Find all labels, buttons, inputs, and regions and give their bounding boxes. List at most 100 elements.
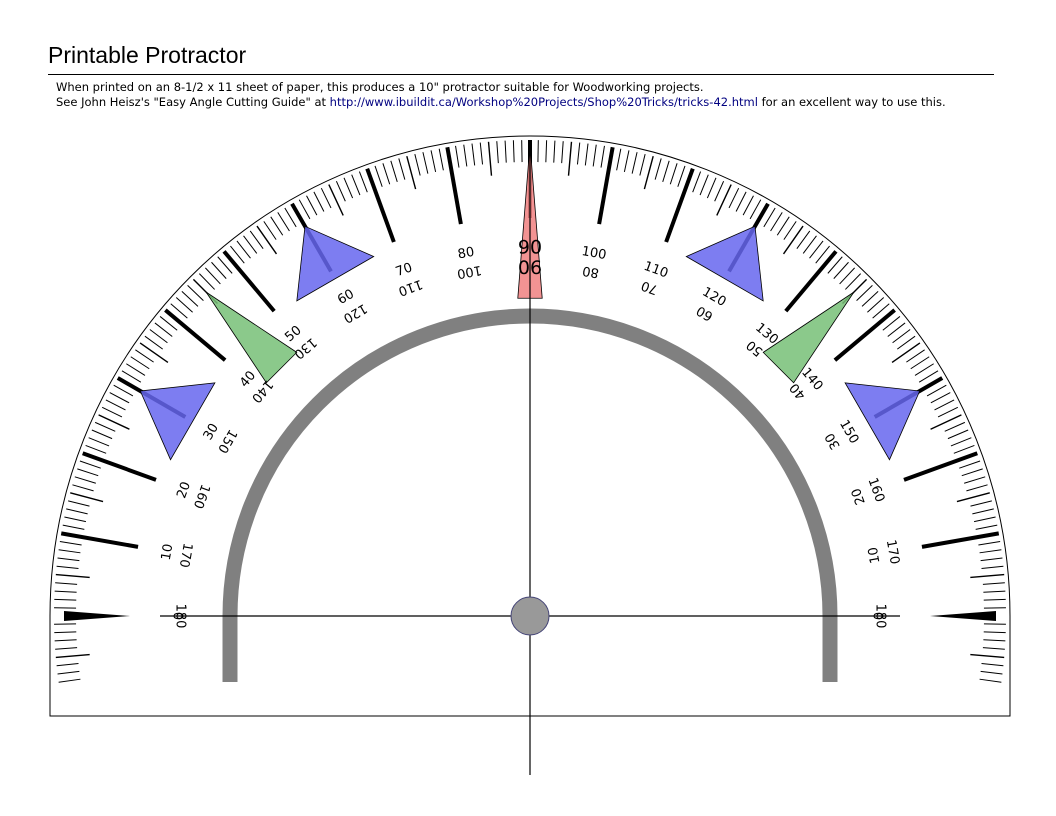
tick-57: [270, 216, 284, 236]
tick-174: [981, 565, 1004, 570]
tick-176: [982, 582, 1005, 585]
tick-83: [471, 143, 476, 166]
tick-115: [716, 184, 732, 216]
tick-55: [256, 225, 278, 255]
tick-5: [55, 573, 90, 579]
outer-label-20: 20: [174, 480, 194, 501]
tick-140: [833, 308, 896, 362]
tick-79: [438, 148, 444, 171]
tick-105: [643, 156, 654, 190]
tick-182: [983, 631, 1006, 634]
tick-171: [978, 541, 1001, 546]
tick-93: [553, 140, 556, 163]
tick-169: [975, 524, 998, 530]
tick-36: [144, 335, 164, 350]
tick-144: [896, 335, 916, 350]
tick-111: [692, 171, 702, 193]
tick-123: [776, 216, 790, 236]
tick-114: [714, 180, 725, 202]
tick--5: [55, 653, 90, 659]
tick-8: [58, 549, 81, 554]
tick-73: [390, 160, 398, 182]
tick-124: [783, 221, 797, 240]
tick-188: [979, 678, 1002, 683]
tick-113: [706, 177, 717, 199]
pointer-150: [844, 382, 921, 461]
tick-157: [947, 429, 969, 440]
tick-13: [66, 508, 88, 515]
tick-152: [930, 392, 951, 404]
tick-37: [149, 329, 168, 344]
tick-77: [422, 152, 429, 174]
tick-72: [382, 163, 391, 185]
tick-166: [970, 500, 992, 507]
tick-99: [600, 145, 605, 168]
tick-6: [56, 565, 79, 570]
tick-184: [982, 647, 1005, 650]
tick-112: [699, 174, 709, 196]
center-dot: [510, 596, 550, 636]
tick-56: [263, 221, 277, 240]
tick-156: [944, 421, 966, 432]
pointer-120: [685, 225, 764, 302]
tick-172: [979, 549, 1002, 554]
tick-62: [306, 195, 318, 216]
tick-80: [445, 146, 463, 225]
protractor: 018010 1702016030150401405013060120701108…: [49, 135, 1011, 775]
tick-69: [358, 171, 368, 193]
tick-12: [64, 516, 87, 523]
tick-10: [60, 531, 139, 549]
tick-32: [126, 363, 146, 376]
pointer-30: [139, 382, 216, 461]
pointer-60: [296, 225, 375, 302]
tick-67: [343, 177, 354, 199]
zero-arrow-right: [930, 611, 996, 621]
tick-128: [809, 240, 824, 259]
tick-173: [980, 557, 1003, 562]
tick-4: [55, 582, 78, 585]
tick-21: [85, 444, 107, 454]
tick-163: [964, 476, 986, 484]
tick-104: [639, 154, 646, 176]
tick-143: [892, 329, 911, 344]
tick-108: [669, 163, 678, 185]
tick-84: [479, 142, 484, 165]
tick-116: [728, 187, 740, 209]
tick-85: [487, 141, 493, 176]
outer-label-80: 80: [457, 245, 476, 263]
tick-160: [903, 451, 978, 482]
tick-24: [94, 421, 116, 432]
tick-22: [88, 437, 110, 447]
tick-109: [677, 165, 686, 187]
tick-164: [966, 484, 988, 492]
outer-label-70: 70: [394, 260, 415, 280]
tick-64: [320, 187, 332, 209]
tick-58: [277, 212, 290, 232]
tick-148: [914, 363, 934, 376]
tick-97: [584, 143, 589, 166]
tick-34: [135, 349, 154, 363]
tick-102: [623, 150, 630, 173]
tick-122: [770, 212, 783, 232]
tick-11: [62, 524, 85, 530]
tick-16: [72, 484, 94, 492]
tick-165: [956, 492, 990, 503]
tick-155: [930, 414, 962, 430]
tick-82: [463, 144, 468, 167]
tick-88: [512, 140, 515, 163]
tick-92: [545, 140, 548, 163]
tick-183: [983, 639, 1006, 642]
tick-87: [504, 140, 507, 163]
tick-74: [398, 158, 406, 180]
pointer-45: [205, 291, 298, 384]
tick-178: [983, 598, 1006, 601]
tick-146: [906, 349, 925, 363]
tick-145: [891, 342, 921, 364]
tick-130: [784, 250, 838, 313]
tick-177: [983, 590, 1006, 593]
tick-15: [70, 492, 104, 503]
inner-label-160: 20: [849, 486, 869, 507]
tick-86: [496, 141, 499, 164]
inner-label-100: 80: [581, 262, 600, 280]
tick-175: [970, 573, 1005, 579]
